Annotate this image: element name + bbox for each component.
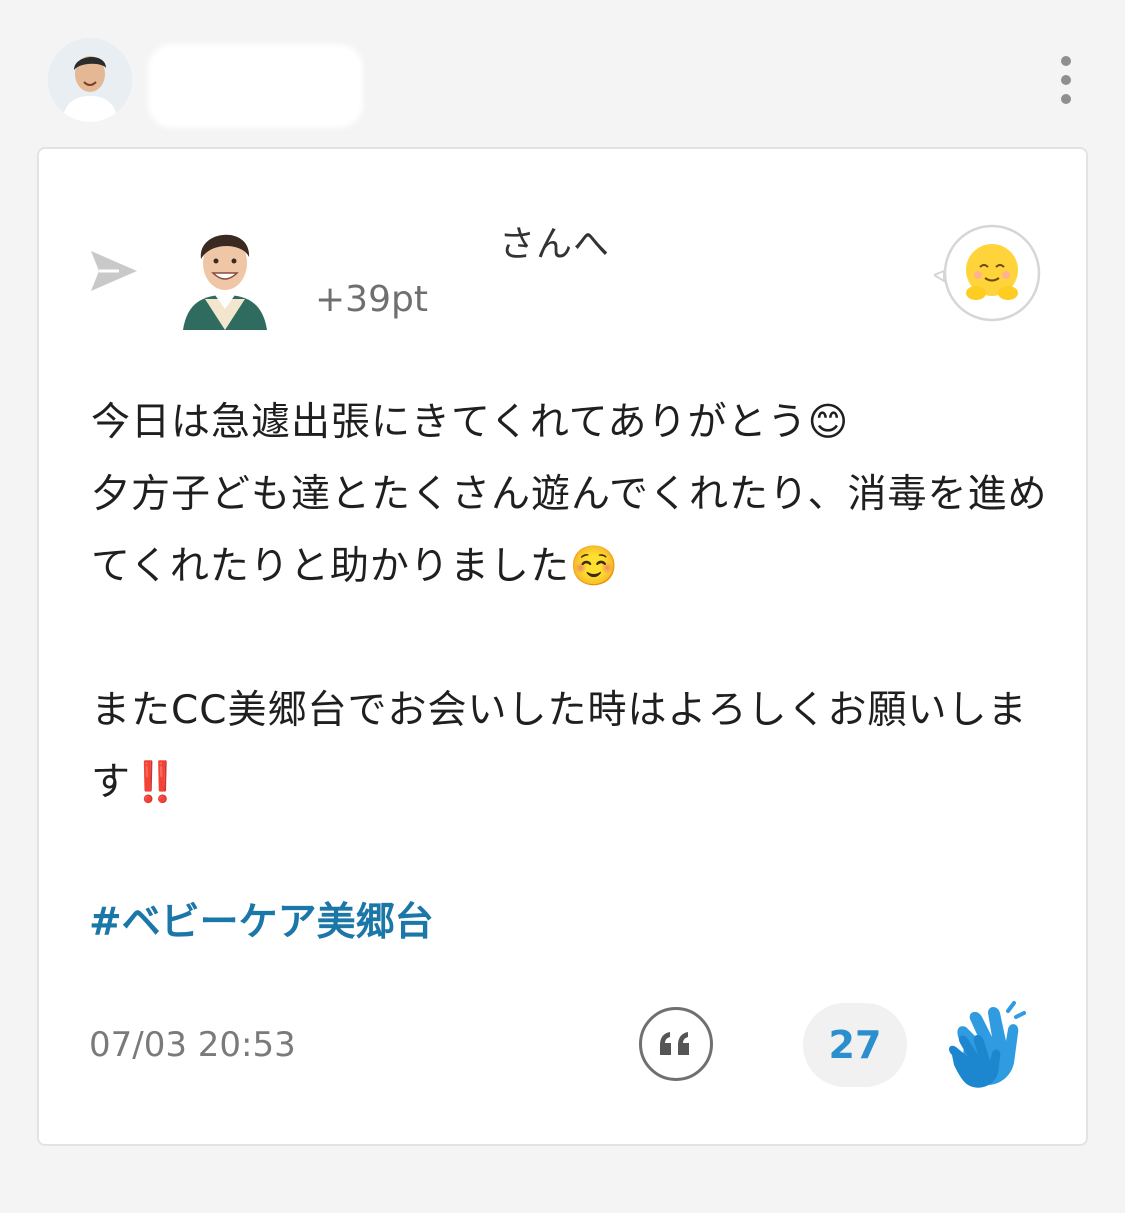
hug-face-stamp-icon[interactable] (934, 223, 1042, 323)
recipient-avatar[interactable] (179, 215, 271, 330)
more-vertical-icon (1061, 56, 1071, 66)
hashtag-link[interactable]: #ベビーケア美郷台 (89, 891, 434, 947)
post-timestamp: 07/03 20:53 (89, 1025, 296, 1065)
quote-button[interactable] (639, 1007, 713, 1081)
poster-name-redacted (148, 44, 363, 128)
recipient-name-redacted (315, 213, 491, 263)
more-options-button[interactable] (1046, 50, 1086, 110)
quote-icon (660, 1032, 689, 1055)
post-card: さんへ +39pt 今日は急遽出張にきてくれてありがとう😊 夕方子ども達とたくさ… (37, 147, 1088, 1146)
clapping-hands-icon[interactable] (944, 999, 1026, 1091)
send-arrow-icon (91, 251, 137, 291)
post-message: 今日は急遽出張にきてくれてありがとう😊 夕方子ども達とたくさん遊んでくれたり、消… (91, 400, 1048, 805)
recipient-suffix: さんへ (499, 224, 611, 265)
poster-avatar[interactable] (48, 38, 132, 122)
post-header (0, 0, 1125, 140)
clap-count[interactable]: 27 (803, 1003, 907, 1087)
points-awarded: +39pt (315, 279, 428, 320)
